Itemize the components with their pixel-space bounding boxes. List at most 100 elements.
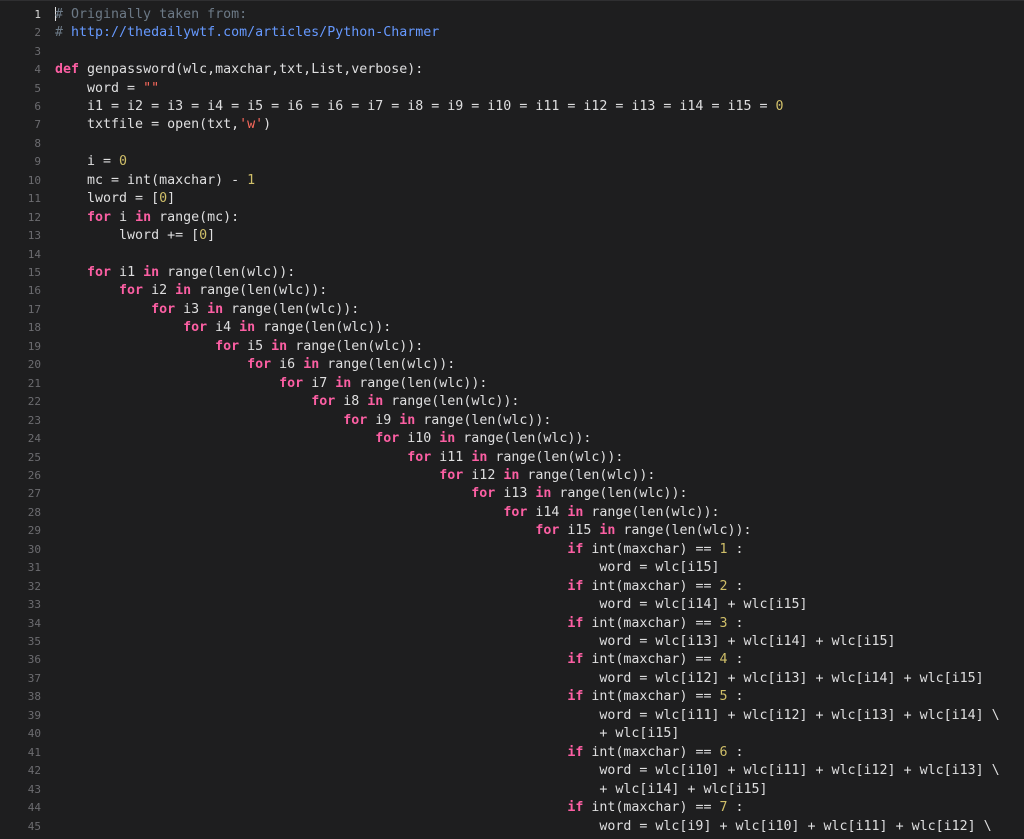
code-text[interactable]: for i11 in range(len(wlc)): (55, 450, 623, 465)
code-text[interactable]: i = 0 (55, 154, 127, 169)
code-text[interactable]: i1 = i2 = i3 = i4 = i5 = i6 = i6 = i7 = … (55, 99, 784, 114)
code-token-text: word = wlc[i14] + wlc[i15] (55, 597, 808, 613)
code-text[interactable]: if int(maxchar) == 5 : (55, 689, 743, 704)
code-line[interactable]: 39 word = wlc[i11] + wlc[i12] + wlc[i13]… (0, 706, 1024, 724)
code-line[interactable]: 4 def genpassword(wlc,maxchar,txt,List,ve… (0, 60, 1024, 78)
code-line[interactable]: 10 mc = int(maxchar) - 1 (0, 171, 1024, 189)
code-line[interactable]: 37 word = wlc[i12] + wlc[i13] + wlc[i14]… (0, 669, 1024, 687)
code-line[interactable]: 15 for i1 in range(len(wlc)): (0, 263, 1024, 281)
code-line[interactable]: 22 for i8 in range(len(wlc)): (0, 392, 1024, 410)
code-text[interactable]: for i1 in range(len(wlc)): (55, 265, 295, 280)
code-text[interactable]: lword = [0] (55, 191, 175, 206)
code-text[interactable]: if int(maxchar) == 1 : (55, 542, 743, 557)
code-editor[interactable]: 1 # Originally taken from: 2 # http://theda… (0, 0, 1024, 839)
code-line[interactable]: 30 if int(maxchar) == 1 : (0, 540, 1024, 558)
code-text[interactable]: if int(maxchar) == 6 : (55, 745, 743, 760)
code-line[interactable]: 20 for i6 in range(len(wlc)): (0, 356, 1024, 374)
code-token-text: word = wlc[i9] + wlc[i10] + wlc[i11] + w… (55, 818, 992, 834)
line-number: 5 (34, 81, 41, 95)
code-line[interactable]: 16 for i2 in range(len(wlc)): (0, 282, 1024, 300)
code-text[interactable]: for i12 in range(len(wlc)): (55, 468, 655, 483)
code-line[interactable]: 19 for i5 in range(len(wlc)): (0, 337, 1024, 355)
code-text[interactable]: for i14 in range(len(wlc)): (55, 505, 719, 520)
code-text[interactable]: word = wlc[i9] + wlc[i10] + wlc[i11] + w… (55, 818, 992, 834)
code-line[interactable]: 42 word = wlc[i10] + wlc[i11] + wlc[i12]… (0, 761, 1024, 779)
code-line[interactable]: 3 (0, 42, 1024, 60)
code-text[interactable]: + wlc[i14] + wlc[i15] (55, 782, 767, 797)
code-text[interactable]: for i3 in range(len(wlc)): (55, 302, 359, 317)
code-line[interactable]: 34 if int(maxchar) == 3 : (0, 614, 1024, 632)
code-line[interactable]: 18 for i4 in range(len(wlc)): (0, 319, 1024, 337)
code-text[interactable]: for i6 in range(len(wlc)): (55, 357, 455, 372)
code-line[interactable]: 28 for i14 in range(len(wlc)): (0, 503, 1024, 521)
code-line[interactable]: 17 for i3 in range(len(wlc)): (0, 300, 1024, 318)
code-line[interactable]: 44 if int(maxchar) == 7 : (0, 798, 1024, 816)
code-text[interactable]: lword += [0] (55, 228, 215, 243)
code-line[interactable]: 25 for i11 in range(len(wlc)): (0, 448, 1024, 466)
code-line[interactable]: 43 + wlc[i14] + wlc[i15] (0, 780, 1024, 798)
code-text[interactable]: word = wlc[i11] + wlc[i12] + wlc[i13] + … (55, 708, 999, 723)
code-text[interactable]: mc = int(maxchar) - 1 (55, 173, 255, 188)
code-token-text: : (727, 652, 744, 668)
code-line[interactable]: 5 word = "" (0, 79, 1024, 97)
code-line[interactable]: 29 for i15 in range(len(wlc)): (0, 522, 1024, 540)
code-text[interactable]: word = wlc[i14] + wlc[i15] (55, 597, 808, 613)
line-number: 31 (27, 561, 41, 575)
code-text[interactable]: for i4 in range(len(wlc)): (55, 320, 391, 335)
code-text[interactable]: + wlc[i15] (55, 726, 679, 741)
code-line[interactable]: 13 lword += [0] (0, 226, 1024, 244)
code-text[interactable]: for i7 in range(len(wlc)): (55, 376, 487, 391)
code-text[interactable]: word = wlc[i15] (55, 560, 719, 575)
code-line[interactable]: 26 for i12 in range(len(wlc)): (0, 466, 1024, 484)
code-line[interactable]: 35 word = wlc[i13] + wlc[i14] + wlc[i15] (0, 632, 1024, 650)
code-line[interactable]: 12 for i in range(mc): (0, 208, 1024, 226)
code-text[interactable]: for i in range(mc): (55, 210, 239, 225)
code-line[interactable]: 31 word = wlc[i15] (0, 559, 1024, 577)
code-token-keyword: in (567, 504, 584, 520)
code-line[interactable]: 14 (0, 245, 1024, 263)
code-line[interactable]: 9 i = 0 (0, 153, 1024, 171)
code-line[interactable]: 36 if int(maxchar) == 4 : (0, 651, 1024, 669)
code-line[interactable]: 11 lword = [0] (0, 190, 1024, 208)
code-line[interactable]: 27 for i13 in range(len(wlc)): (0, 485, 1024, 503)
code-text[interactable]: for i15 in range(len(wlc)): (55, 523, 751, 538)
code-text[interactable]: word = "" (55, 81, 159, 96)
line-number: 10 (27, 173, 41, 187)
code-text[interactable]: # http://thedailywtf.com/articles/Python… (55, 25, 439, 40)
code-text[interactable]: if int(maxchar) == 2 : (55, 578, 743, 594)
code-line[interactable]: 23 for i9 in range(len(wlc)): (0, 411, 1024, 429)
code-line[interactable]: 1 # Originally taken from: (0, 5, 1024, 23)
code-token-text: i12 (463, 467, 504, 483)
code-text[interactable]: for i2 in range(len(wlc)): (55, 283, 327, 298)
code-line[interactable]: 6 i1 = i2 = i3 = i4 = i5 = i6 = i6 = i7 … (0, 97, 1024, 115)
code-text[interactable]: if int(maxchar) == 4 : (55, 652, 744, 668)
code-text[interactable]: word = wlc[i12] + wlc[i13] + wlc[i14] + … (55, 671, 983, 686)
line-number: 8 (34, 136, 41, 150)
code-line[interactable]: 41 if int(maxchar) == 6 : (0, 743, 1024, 761)
code-text[interactable]: for i5 in range(len(wlc)): (55, 339, 423, 354)
code-text[interactable]: def genpassword(wlc,maxchar,txt,List,ver… (55, 62, 423, 77)
code-line[interactable]: 2 # http://thedailywtf.com/articles/Pytho… (0, 23, 1024, 41)
code-line[interactable]: 45 word = wlc[i9] + wlc[i10] + wlc[i11] … (0, 817, 1024, 835)
code-line[interactable]: 40 + wlc[i15] (0, 725, 1024, 743)
code-text[interactable]: for i9 in range(len(wlc)): (55, 413, 551, 428)
code-text[interactable]: # Originally taken from: (55, 6, 247, 22)
code-line[interactable]: 32 if int(maxchar) == 2 : (0, 577, 1024, 595)
code-text[interactable]: word = wlc[i10] + wlc[i11] + wlc[i12] + … (55, 763, 999, 778)
code-line[interactable]: 24 for i10 in range(len(wlc)): (0, 429, 1024, 447)
code-line[interactable]: 8 (0, 134, 1024, 152)
line-number: 41 (27, 745, 41, 759)
code-token-text: int(maxchar) == (583, 578, 720, 594)
code-text[interactable]: for i10 in range(len(wlc)): (55, 431, 591, 446)
code-text[interactable]: word = wlc[i13] + wlc[i14] + wlc[i15] (55, 634, 895, 649)
code-text[interactable]: if int(maxchar) == 3 : (55, 616, 743, 631)
code-line[interactable]: 21 for i7 in range(len(wlc)): (0, 374, 1024, 392)
code-line[interactable]: 33 word = wlc[i14] + wlc[i15] (0, 595, 1024, 613)
code-line[interactable]: 38 if int(maxchar) == 5 : (0, 688, 1024, 706)
code-text[interactable]: if int(maxchar) == 7 : (55, 800, 743, 815)
code-token-text: range(len(wlc)): (551, 486, 688, 502)
code-text[interactable]: for i13 in range(len(wlc)): (55, 486, 687, 501)
code-text[interactable]: txtfile = open(txt,'w') (55, 117, 271, 132)
code-line[interactable]: 7 txtfile = open(txt,'w') (0, 116, 1024, 134)
code-text[interactable]: for i8 in range(len(wlc)): (55, 394, 519, 409)
